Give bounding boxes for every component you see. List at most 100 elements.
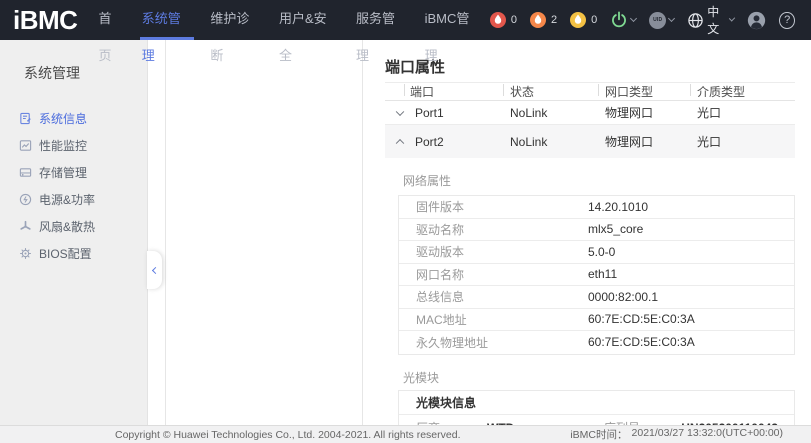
port-properties-panel: 端口属性 端口 状态 网口类型 介质类型 Port1 NoLink 物理网口 光… — [363, 40, 811, 425]
table-row: 驱动版本5.0-0 — [399, 241, 794, 264]
port-status: NoLink — [503, 106, 598, 120]
table-row: 厂商 WTD 序列号 HN205200110043 — [399, 415, 794, 426]
attr-label: 网口名称 — [399, 266, 588, 283]
critical-alarm-count: 0 — [511, 14, 517, 26]
port-name: Port2 — [415, 135, 444, 149]
sidebar-item-system-info[interactable]: 系统信息 — [0, 105, 147, 132]
globe-icon — [687, 12, 704, 29]
power-meter-icon — [19, 193, 32, 206]
media-type: 光口 — [690, 133, 795, 150]
attr-label: 永久物理地址 — [399, 334, 588, 351]
column-header-port: 端口 — [385, 83, 503, 100]
attr-value: 14.20.1010 — [588, 200, 794, 214]
sidebar-collapse-button[interactable] — [147, 251, 162, 289]
attr-label: 驱动名称 — [399, 221, 588, 238]
sidebar-item-power[interactable]: 电源&功率 — [0, 186, 147, 213]
sidebar-item-fan[interactable]: 风扇&散热 — [0, 213, 147, 240]
critical-alarm-button[interactable]: 0 — [490, 12, 517, 28]
media-type: 光口 — [690, 104, 795, 121]
sidebar-item-label: 系统信息 — [39, 110, 87, 127]
nav-item-home[interactable]: 首页 — [96, 0, 125, 40]
sidebar-item-label: 风扇&散热 — [39, 218, 95, 235]
nav-item-services[interactable]: 服务管理 — [354, 0, 409, 40]
network-attributes-title: 网络属性 — [403, 172, 811, 189]
chevron-left-icon — [152, 266, 159, 273]
major-alarm-button[interactable]: 2 — [530, 12, 557, 28]
attr-label: 总线信息 — [399, 288, 588, 305]
attr-label: MAC地址 — [399, 311, 588, 328]
flame-icon — [490, 12, 506, 28]
uid-indicator-icon: UID — [649, 12, 666, 29]
port-table: 端口 状态 网口类型 介质类型 Port1 NoLink 物理网口 光口 Por… — [385, 82, 795, 158]
flame-icon — [570, 12, 586, 28]
attr-value: mlx5_core — [588, 222, 794, 236]
minor-alarm-count: 0 — [591, 14, 597, 26]
attr-value: 60:7E:CD:5E:C0:3A — [588, 335, 794, 349]
network-attributes-table: 固件版本14.20.1010 驱动名称mlx5_core 驱动版本5.0-0 网… — [398, 195, 795, 355]
main-nav: 首页 系统管理 维护诊断 用户&安全 服务管理 iBMC管理 — [89, 0, 489, 40]
storage-icon — [19, 166, 32, 179]
uid-control-dropdown[interactable]: UID — [649, 12, 674, 29]
attr-value: 60:7E:CD:5E:C0:3A — [588, 312, 794, 326]
chevron-down-icon — [630, 15, 637, 22]
column-header-media-type: 介质类型 — [690, 83, 795, 100]
table-row-port2[interactable]: Port2 NoLink 物理网口 光口 — [385, 125, 795, 158]
chart-icon — [19, 139, 32, 152]
flame-icon — [530, 12, 546, 28]
ibmc-time-value: 2021/03/27 13:32:0(UTC+00:00) — [632, 427, 783, 442]
nav-item-maintenance[interactable]: 维护诊断 — [208, 0, 263, 40]
attr-value: 0000:82:00.1 — [588, 290, 794, 304]
power-icon — [610, 11, 628, 29]
attr-value: 5.0-0 — [588, 245, 794, 259]
nav-item-user-security[interactable]: 用户&安全 — [277, 0, 340, 40]
minor-alarm-button[interactable]: 0 — [570, 12, 597, 28]
sidebar-title: 系统管理 — [0, 40, 147, 83]
major-alarm-count: 2 — [551, 14, 557, 26]
power-control-dropdown[interactable] — [610, 11, 636, 29]
port-type: 物理网口 — [598, 104, 690, 121]
attr-label: 固件版本 — [399, 198, 588, 215]
chevron-down-icon — [668, 15, 675, 22]
optical-module-title: 光模块 — [403, 369, 811, 386]
copyright-text: Copyright © Huawei Technologies Co., Ltd… — [115, 429, 461, 441]
port-table-header: 端口 状态 网口类型 介质类型 — [385, 82, 795, 101]
pane-divider — [165, 40, 166, 425]
sidebar-item-label: 电源&功率 — [39, 191, 95, 208]
table-row: 总线信息0000:82:00.1 — [399, 286, 794, 309]
column-header-port-type: 网口类型 — [598, 83, 690, 100]
port-status: NoLink — [503, 135, 598, 149]
nav-item-ibmc-mgmt[interactable]: iBMC管理 — [423, 0, 483, 40]
attr-label: 驱动版本 — [399, 243, 588, 260]
port-type: 物理网口 — [598, 133, 690, 150]
sidebar-item-storage[interactable]: 存储管理 — [0, 159, 147, 186]
footer: Copyright © Huawei Technologies Co., Ltd… — [0, 425, 811, 443]
ibmc-logo: iBMC — [0, 0, 89, 40]
top-navbar: iBMC 首页 系统管理 维护诊断 用户&安全 服务管理 iBMC管理 0 2 … — [0, 0, 811, 40]
user-avatar-icon[interactable] — [747, 11, 766, 30]
sidebar-item-performance[interactable]: 性能监控 — [0, 132, 147, 159]
nav-item-system[interactable]: 系统管理 — [140, 0, 195, 40]
language-selector[interactable]: 中文 — [687, 3, 734, 37]
chevron-down-icon[interactable] — [396, 107, 404, 115]
page-title: 端口属性 — [385, 56, 811, 77]
help-icon[interactable]: ? — [779, 12, 795, 29]
optical-module-info-header: 光模块信息 — [399, 391, 794, 415]
sidebar-item-bios[interactable]: BIOS配置 — [0, 240, 147, 267]
attr-value: eth11 — [588, 267, 794, 281]
sidebar-item-label: 存储管理 — [39, 164, 87, 181]
chevron-down-icon — [729, 15, 736, 22]
table-row-port1[interactable]: Port1 NoLink 物理网口 光口 — [385, 101, 795, 125]
document-icon — [19, 112, 32, 125]
settings-icon — [19, 247, 32, 260]
chevron-up-icon[interactable] — [396, 138, 404, 146]
table-row: MAC地址60:7E:CD:5E:C0:3A — [399, 309, 794, 332]
optical-module-table: 光模块信息 厂商 WTD 序列号 HN205200110043 — [398, 390, 795, 426]
language-label: 中文 — [707, 3, 727, 37]
sidebar-item-label: BIOS配置 — [39, 245, 92, 262]
table-row: 永久物理地址60:7E:CD:5E:C0:3A — [399, 331, 794, 354]
sidebar-item-label: 性能监控 — [39, 137, 87, 154]
sidebar: 系统管理 系统信息 性能监控 存储管理 电源&功率 — [0, 40, 148, 425]
column-header-status: 状态 — [503, 83, 598, 100]
ibmc-time-label: iBMC时间： — [570, 427, 627, 442]
fan-icon — [19, 220, 32, 233]
